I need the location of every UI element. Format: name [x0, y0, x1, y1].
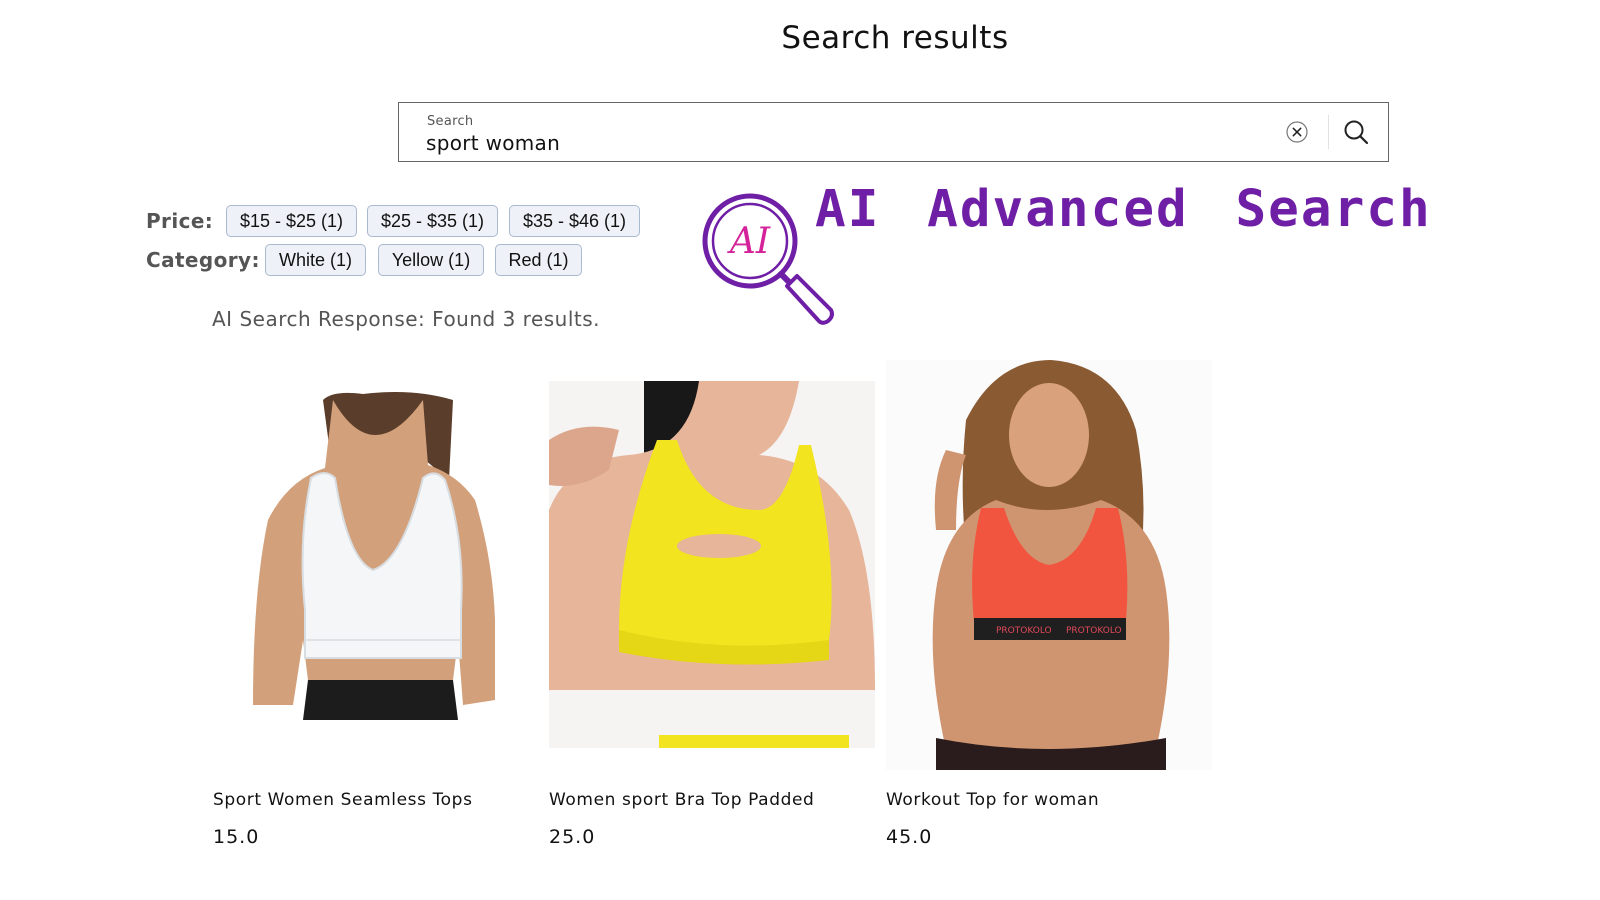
svg-text:PROTOKOLO: PROTOKOLO	[1066, 626, 1122, 636]
close-circle-icon[interactable]	[1286, 121, 1308, 143]
category-filter-chip[interactable]: Red (1)	[495, 244, 582, 276]
price-filter-chip[interactable]: $35 - $46 (1)	[509, 205, 640, 237]
product-price: 45.0	[886, 826, 933, 848]
red-sports-bra-image: PROTOKOLO PROTOKOLO	[886, 360, 1212, 770]
product-card[interactable]: Sport Women Seamless Tops 15.0	[213, 360, 539, 860]
white-sports-bra-image	[213, 360, 539, 770]
product-card[interactable]: Women sport Bra Top Padded 25.0	[549, 360, 875, 860]
search-label: Search	[427, 114, 474, 129]
svg-text:PROTOKOLO: PROTOKOLO	[996, 626, 1052, 636]
product-title[interactable]: Sport Women Seamless Tops	[213, 790, 473, 810]
product-price: 15.0	[213, 826, 260, 848]
product-image[interactable]: PROTOKOLO PROTOKOLO	[886, 360, 1212, 770]
price-filter-chip[interactable]: $25 - $35 (1)	[367, 205, 498, 237]
product-title[interactable]: Women sport Bra Top Padded	[549, 790, 814, 810]
ai-response-text: AI Search Response: Found 3 results.	[212, 307, 601, 331]
ai-advanced-search-heading: AI Advanced Search	[815, 180, 1432, 239]
category-filter-chip[interactable]: White (1)	[265, 244, 366, 276]
price-filter-label: Price:	[146, 209, 214, 233]
product-title[interactable]: Workout Top for woman	[886, 790, 1099, 810]
ai-logo-text: AI	[727, 221, 771, 262]
search-divider	[1328, 115, 1329, 149]
search-input[interactable]	[426, 130, 1226, 156]
yellow-sports-bra-image	[549, 360, 875, 770]
product-price: 25.0	[549, 826, 596, 848]
category-filter-label: Category:	[146, 248, 260, 272]
price-filter-chip[interactable]: $15 - $25 (1)	[226, 205, 357, 237]
category-filter-chip[interactable]: Yellow (1)	[378, 244, 484, 276]
product-image[interactable]	[213, 360, 539, 770]
product-card[interactable]: PROTOKOLO PROTOKOLO Workout Top for woma…	[886, 360, 1212, 860]
search-icon[interactable]	[1342, 118, 1370, 146]
product-image[interactable]	[549, 360, 875, 770]
page-title: Search results	[781, 20, 1009, 56]
search-field[interactable]: Search	[398, 102, 1389, 162]
